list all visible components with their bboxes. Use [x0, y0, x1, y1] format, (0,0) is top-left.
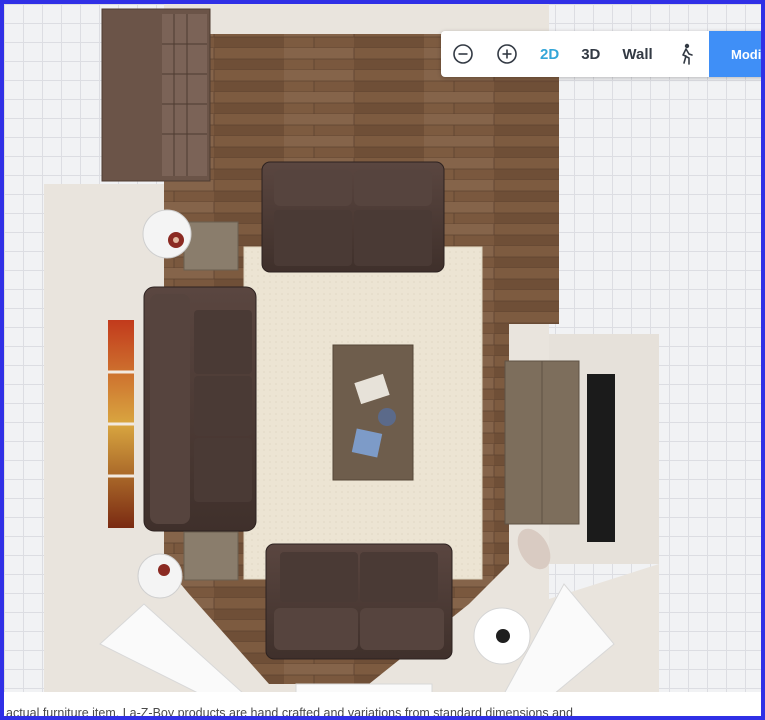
side-table-bottom — [183, 531, 239, 581]
disclaimer-bar: actual furniture item. La-Z-Boy products… — [4, 692, 761, 720]
view-3d-button[interactable]: 3D — [570, 31, 611, 77]
wall-art — [108, 320, 134, 528]
tv-console — [504, 360, 580, 525]
zoom-in-button[interactable] — [485, 31, 529, 77]
floor-lamp — [473, 607, 531, 665]
zoom-out-button[interactable] — [441, 31, 485, 77]
view-2d-button[interactable]: 2D — [529, 31, 570, 77]
floor-plan-canvas[interactable]: 2D 3D Wall Modif — [4, 4, 761, 692]
floor-plan — [44, 4, 659, 692]
table-lamp-bottom — [137, 553, 183, 599]
zoom-out-icon — [453, 44, 473, 64]
bookcase-cabinet — [101, 8, 211, 182]
side-table-top — [183, 221, 239, 271]
coffee-table — [332, 344, 414, 481]
modify-button[interactable]: Modif — [709, 31, 761, 77]
app-frame: 2D 3D Wall Modif actual furniture item. … — [0, 0, 765, 720]
zoom-in-icon — [497, 44, 517, 64]
window-bottom-center — [295, 683, 433, 692]
table-lamp-top — [142, 209, 192, 259]
sofa-left — [143, 286, 257, 532]
disclaimer-text: actual furniture item. La-Z-Boy products… — [6, 706, 573, 720]
wall-button[interactable]: Wall — [611, 31, 663, 77]
walk-icon — [681, 43, 693, 65]
television — [587, 374, 615, 542]
loveseat-bottom — [265, 543, 453, 660]
walk-mode-button[interactable] — [664, 31, 708, 77]
loveseat-top — [261, 161, 445, 273]
view-toolbar: 2D 3D Wall Modif — [441, 31, 761, 77]
